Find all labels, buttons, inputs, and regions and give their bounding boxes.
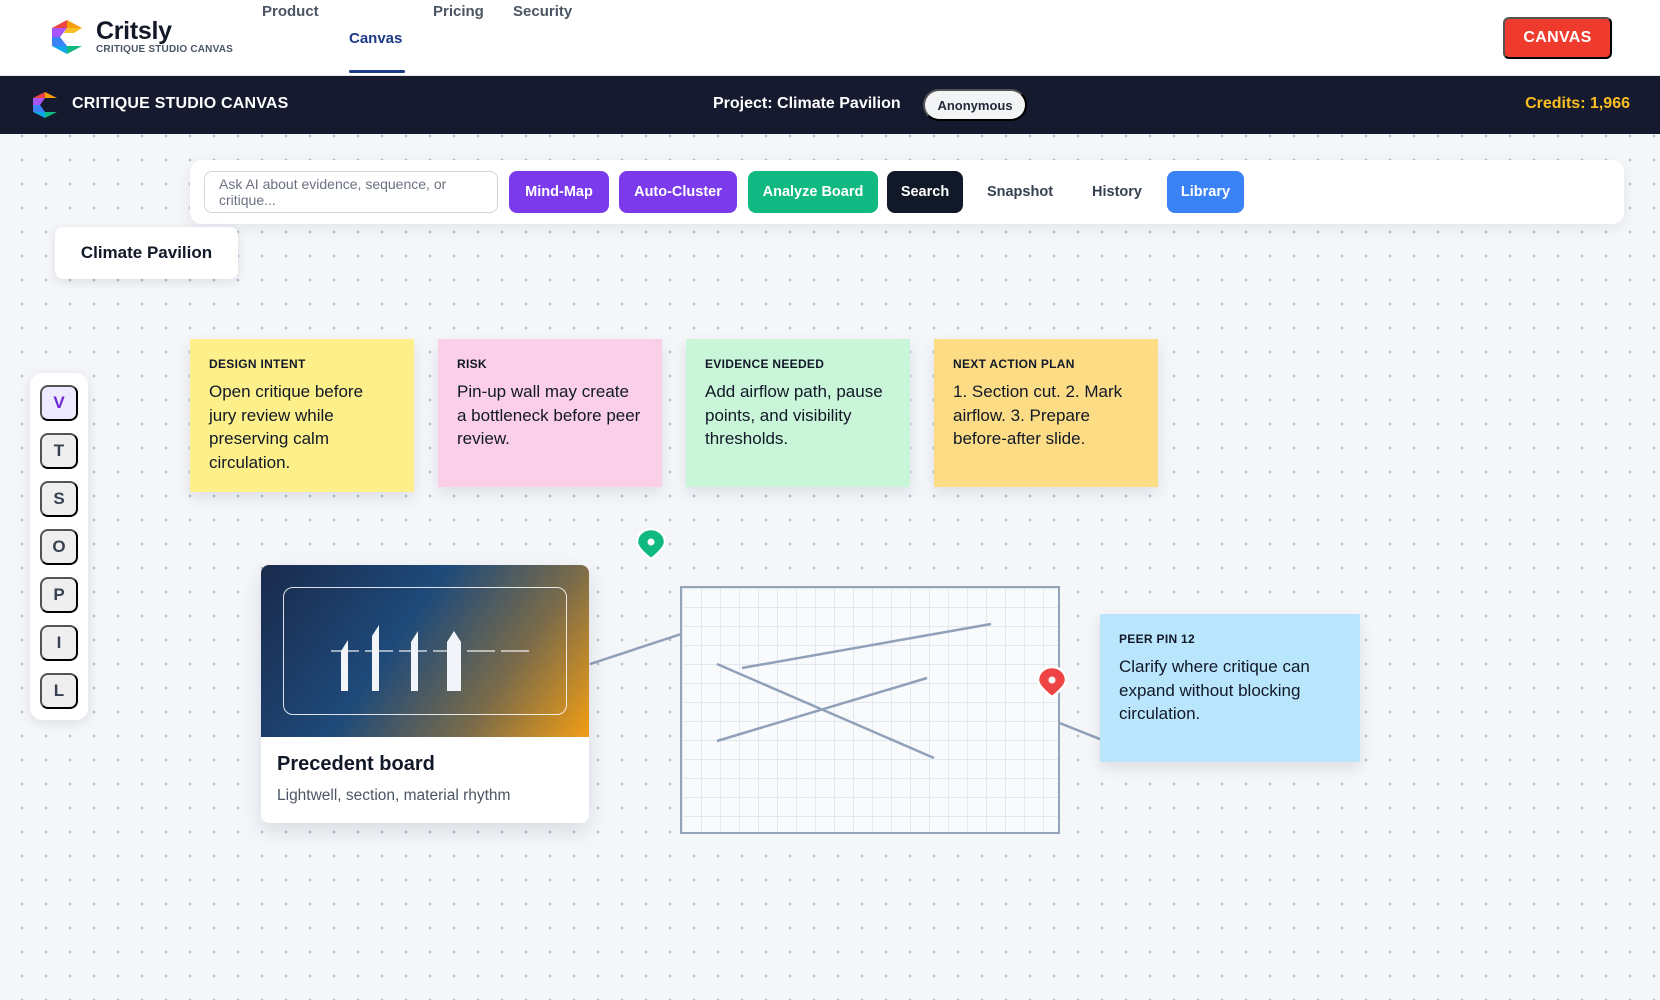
brand-tagline: CRITIQUE STUDIO CANVAS [96, 44, 233, 55]
tool-image[interactable]: I [40, 625, 78, 661]
history-button[interactable]: History [1074, 171, 1160, 213]
sticky-body: Add airflow path, pause points, and visi… [705, 382, 883, 448]
tool-rail: V T S O P I L [30, 373, 88, 720]
sticky-body: Open critique before jury review while p… [209, 382, 364, 472]
precedent-title: Precedent board [277, 753, 435, 775]
credits-counter: Credits: 1,966 [1525, 95, 1630, 112]
sticky-body: Pin-up wall may create a bottleneck befo… [457, 382, 641, 448]
peer-pin-heading: PEER PIN 12 [1119, 632, 1195, 646]
sticky-heading: DESIGN INTENT [209, 357, 306, 371]
nav-pricing[interactable]: Pricing [433, 3, 484, 20]
location-pin-red-icon[interactable] [1035, 665, 1069, 699]
building-silhouette-icon [331, 625, 531, 691]
sticky-evidence-needed[interactable]: EVIDENCE NEEDED Add airflow path, pause … [686, 339, 910, 487]
library-button[interactable]: Library [1167, 171, 1244, 213]
peer-pin-note[interactable]: PEER PIN 12 Clarify where critique can e… [1100, 614, 1360, 762]
tool-pin[interactable]: P [40, 577, 78, 613]
precedent-subtitle: Lightwell, section, material rhythm [277, 787, 511, 804]
mind-map-button[interactable]: Mind-Map [509, 171, 609, 213]
sticky-design-intent[interactable]: DESIGN INTENT Open critique before jury … [190, 339, 414, 492]
canvas-toolbar: Mind-Map Auto-Cluster Analyze Board Sear… [190, 160, 1624, 224]
tool-select[interactable]: V [40, 385, 78, 421]
app-header: CRITIQUE STUDIO CANVAS Project: Climate … [0, 76, 1660, 134]
project-name: Project: Climate Pavilion [713, 95, 901, 112]
precedent-image [261, 565, 589, 737]
site-nav: Critsly CRITIQUE STUDIO CANVAS Product C… [0, 0, 1660, 76]
location-pin-green-icon[interactable] [634, 527, 668, 561]
canvas-cta-button[interactable]: CANVAS [1503, 17, 1612, 59]
app-title: CRITIQUE STUDIO CANVAS [72, 95, 289, 112]
nav-security[interactable]: Security [513, 3, 572, 20]
sticky-risk[interactable]: RISK Pin-up wall may create a bottleneck… [438, 339, 662, 487]
auto-cluster-button[interactable]: Auto-Cluster [619, 171, 737, 213]
nav-canvas[interactable]: Canvas [349, 30, 402, 47]
nav-active-indicator [349, 70, 405, 73]
brand-name: Critsly [96, 17, 172, 45]
tool-sticky[interactable]: S [40, 481, 78, 517]
precedent-card[interactable]: Precedent board Lightwell, section, mate… [261, 565, 589, 823]
sticky-body: 1. Section cut. 2. Mark airflow. 3. Prep… [953, 382, 1123, 448]
tool-line[interactable]: L [40, 673, 78, 709]
analyze-board-button[interactable]: Analyze Board [748, 171, 878, 213]
app-logo-icon [33, 92, 57, 118]
board-title[interactable]: Climate Pavilion [55, 227, 238, 279]
sticky-heading: RISK [457, 357, 487, 371]
peer-pin-body: Clarify where critique can expand withou… [1119, 657, 1310, 723]
board-canvas[interactable] [0, 134, 1660, 1000]
critsly-logo-icon [52, 20, 82, 54]
section-sketch-frame[interactable] [680, 586, 1060, 834]
sticky-heading: EVIDENCE NEEDED [705, 357, 825, 371]
nav-product[interactable]: Product [262, 3, 319, 20]
identity-badge[interactable]: Anonymous [923, 89, 1027, 121]
tool-text[interactable]: T [40, 433, 78, 469]
sticky-heading: NEXT ACTION PLAN [953, 357, 1075, 371]
snapshot-button[interactable]: Snapshot [973, 171, 1067, 213]
sticky-next-action-plan[interactable]: NEXT ACTION PLAN 1. Section cut. 2. Mark… [934, 339, 1158, 487]
tool-oval[interactable]: O [40, 529, 78, 565]
sketch-lines [716, 622, 992, 760]
search-button[interactable]: Search [887, 171, 963, 213]
brand[interactable]: Critsly CRITIQUE STUDIO CANVAS [50, 18, 233, 56]
ai-prompt-input[interactable] [204, 171, 498, 213]
